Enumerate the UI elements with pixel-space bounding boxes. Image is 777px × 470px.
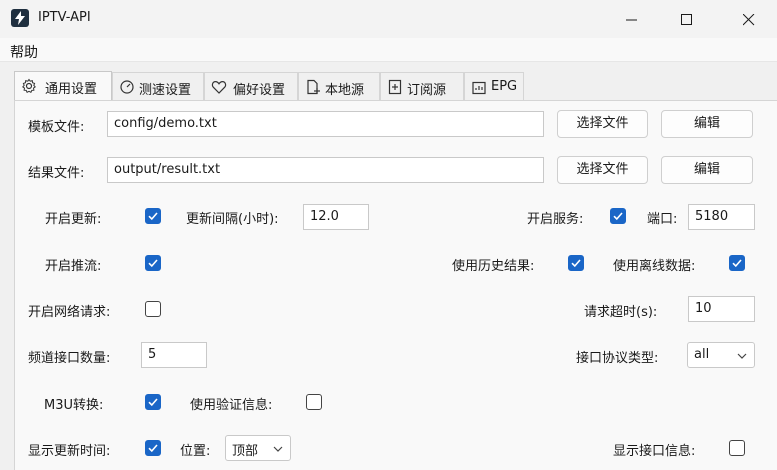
title-bar: IPTV-API (0, 0, 777, 38)
tab-speed-settings[interactable]: 测速设置 (112, 72, 204, 100)
tab-label: 测速设置 (139, 83, 192, 98)
m3u-convert-label: M3U转换: (44, 398, 104, 413)
subscribe-icon (387, 79, 403, 95)
speedometer-icon (119, 79, 135, 95)
channel-interface-count-input[interactable]: 5 (141, 342, 207, 368)
request-timeout-label: 请求超时(s): (584, 305, 658, 320)
result-edit-button[interactable]: 编辑 (661, 156, 753, 184)
use-offline-label: 使用离线数据: (613, 259, 696, 274)
position-value: 顶部 (232, 444, 259, 459)
tab-general-settings[interactable]: 通用设置 (14, 71, 112, 101)
open-update-label: 开启更新: (45, 212, 102, 227)
tab-label: 订阅源 (407, 83, 447, 98)
tab-label: 通用设置 (45, 82, 98, 97)
open-service-label: 开启服务: (527, 212, 584, 227)
request-timeout-input[interactable]: 10 (688, 296, 755, 322)
maximize-button[interactable] (663, 0, 709, 38)
tab-epg[interactable]: EPG (464, 72, 524, 100)
menu-help[interactable]: 帮助 (10, 42, 38, 62)
window-title: IPTV-API (38, 10, 91, 25)
tab-preference-settings[interactable]: 偏好设置 (204, 72, 298, 100)
port-label: 端口: (647, 212, 678, 227)
chevron-down-icon (273, 446, 283, 452)
minimize-button[interactable] (608, 0, 654, 38)
tab-label: 偏好设置 (233, 83, 286, 98)
open-push-label: 开启推流: (45, 259, 102, 274)
show-update-time-label: 显示更新时间: (28, 444, 111, 459)
heart-icon (211, 79, 227, 95)
position-label: 位置: (180, 444, 211, 459)
protocol-type-label: 接口协议类型: (576, 351, 659, 366)
use-auth-info-checkbox[interactable] (306, 394, 322, 410)
tab-local-source[interactable]: 本地源 (298, 72, 380, 100)
use-history-checkbox[interactable] (568, 255, 584, 271)
menu-bar: 帮助 (0, 38, 777, 62)
port-input[interactable]: 5180 (688, 204, 755, 230)
template-edit-button[interactable]: 编辑 (661, 110, 753, 138)
protocol-type-select[interactable]: all (687, 342, 755, 368)
result-file-input[interactable]: output/result.txt (107, 157, 544, 183)
use-offline-checkbox[interactable] (729, 255, 745, 271)
channel-interface-count-label: 频道接口数量: (28, 351, 111, 366)
use-auth-info-label: 使用验证信息: (190, 398, 273, 413)
show-interface-info-label: 显示接口信息: (613, 444, 696, 459)
open-service-checkbox[interactable] (610, 208, 626, 224)
use-history-label: 使用历史结果: (452, 259, 535, 274)
tab-label: 本地源 (325, 83, 365, 98)
template-file-label: 模板文件: (28, 120, 85, 135)
template-file-input[interactable]: config/demo.txt (107, 111, 544, 137)
open-push-checkbox[interactable] (145, 255, 161, 271)
gear-icon (21, 78, 37, 94)
open-network-request-label: 开启网络请求: (28, 305, 111, 320)
result-file-label: 结果文件: (28, 166, 85, 181)
position-select[interactable]: 顶部 (225, 435, 291, 461)
m3u-convert-checkbox[interactable] (145, 394, 161, 410)
update-interval-input[interactable]: 12.0 (303, 204, 369, 230)
lightning-bolt-icon (11, 9, 29, 27)
close-button[interactable] (725, 0, 771, 38)
template-select-file-button[interactable]: 选择文件 (557, 110, 648, 138)
open-update-checkbox[interactable] (145, 208, 161, 224)
epg-icon (471, 79, 487, 95)
tab-label: EPG (491, 79, 518, 94)
update-interval-label: 更新间隔(小时): (186, 212, 279, 227)
local-file-icon (305, 79, 321, 95)
tab-subscription-source[interactable]: 订阅源 (380, 72, 464, 100)
chevron-down-icon (737, 353, 747, 359)
show-interface-info-checkbox[interactable] (729, 440, 745, 456)
show-update-time-checkbox[interactable] (145, 440, 161, 456)
protocol-type-value: all (694, 347, 710, 362)
open-network-request-checkbox[interactable] (145, 301, 161, 317)
result-select-file-button[interactable]: 选择文件 (557, 156, 648, 184)
